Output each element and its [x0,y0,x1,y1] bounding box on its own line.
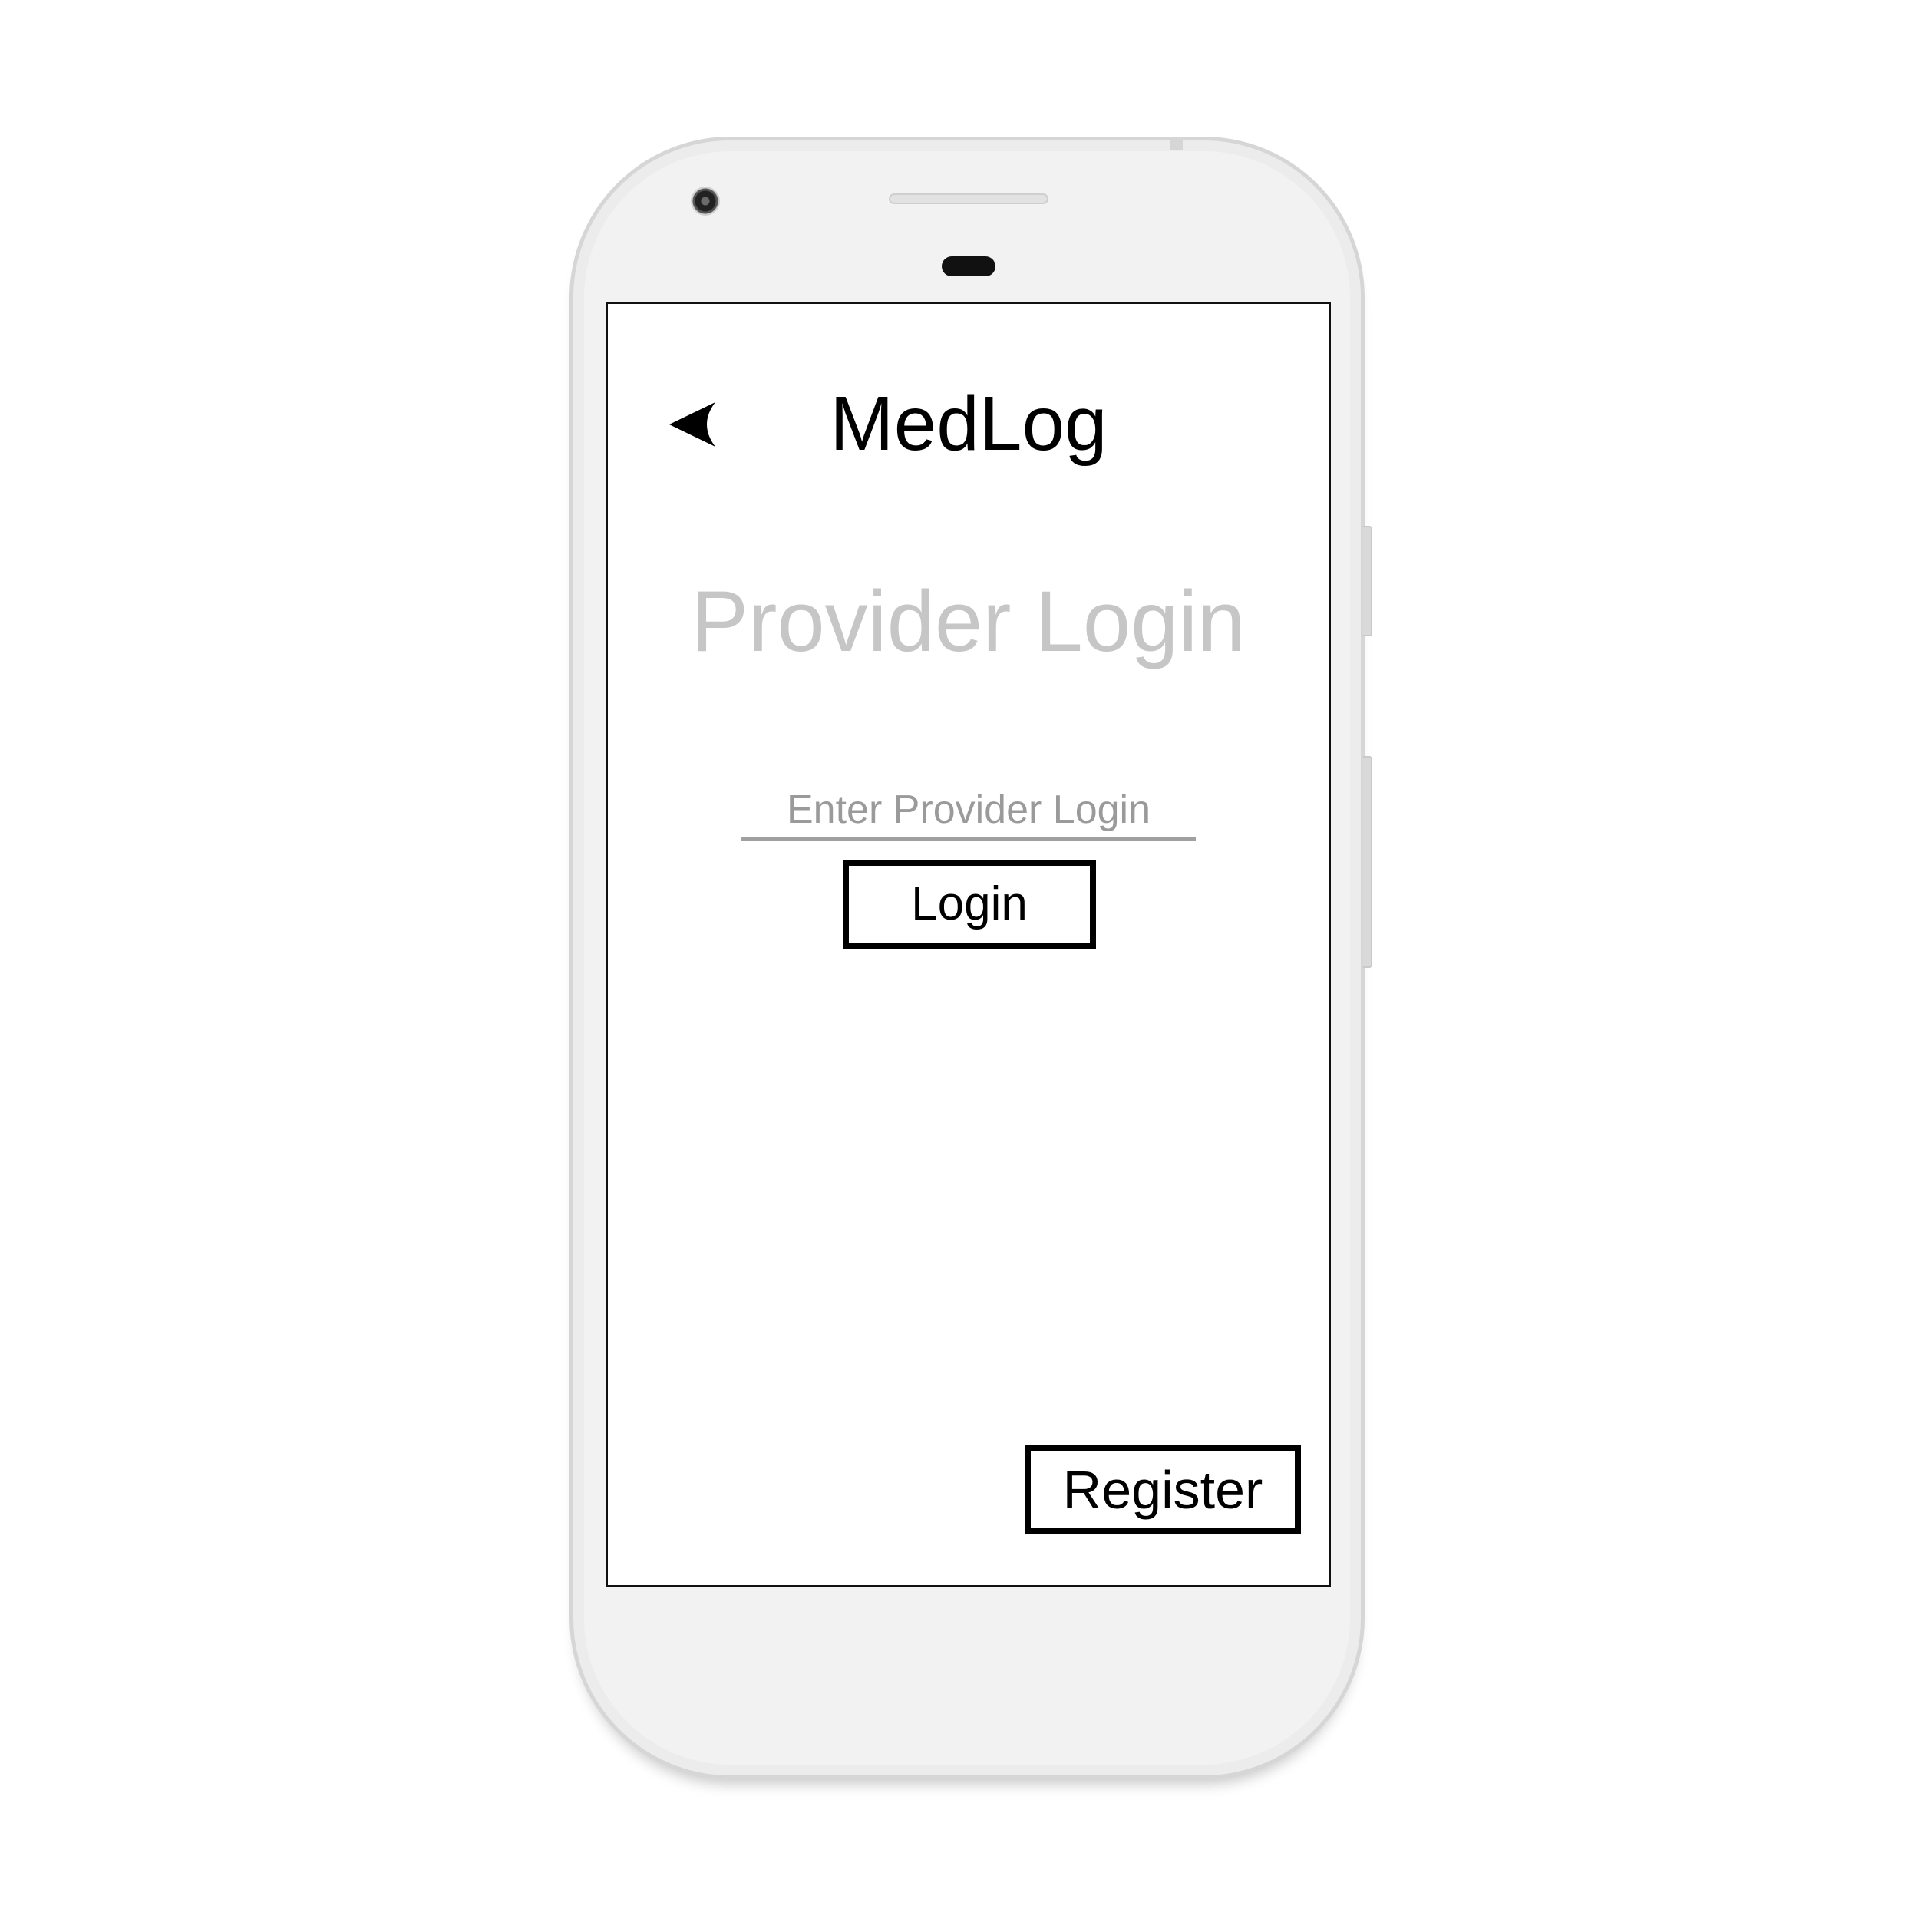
login-button[interactable]: Login [843,860,1096,949]
phone-power-button [1363,526,1372,636]
phone-volume-button [1363,756,1372,968]
register-button[interactable]: Register [1025,1445,1301,1534]
back-arrow-icon[interactable] [668,401,717,448]
front-camera-icon [691,187,720,216]
back-arrow-glyph [669,402,715,447]
page-title: Provider Login [691,573,1246,669]
earpiece-speaker [889,193,1048,204]
proximity-sensor [942,256,995,276]
app-title: MedLog [830,381,1108,467]
phone-top-edge-notch [1170,137,1183,150]
provider-login-input[interactable] [741,783,1196,841]
